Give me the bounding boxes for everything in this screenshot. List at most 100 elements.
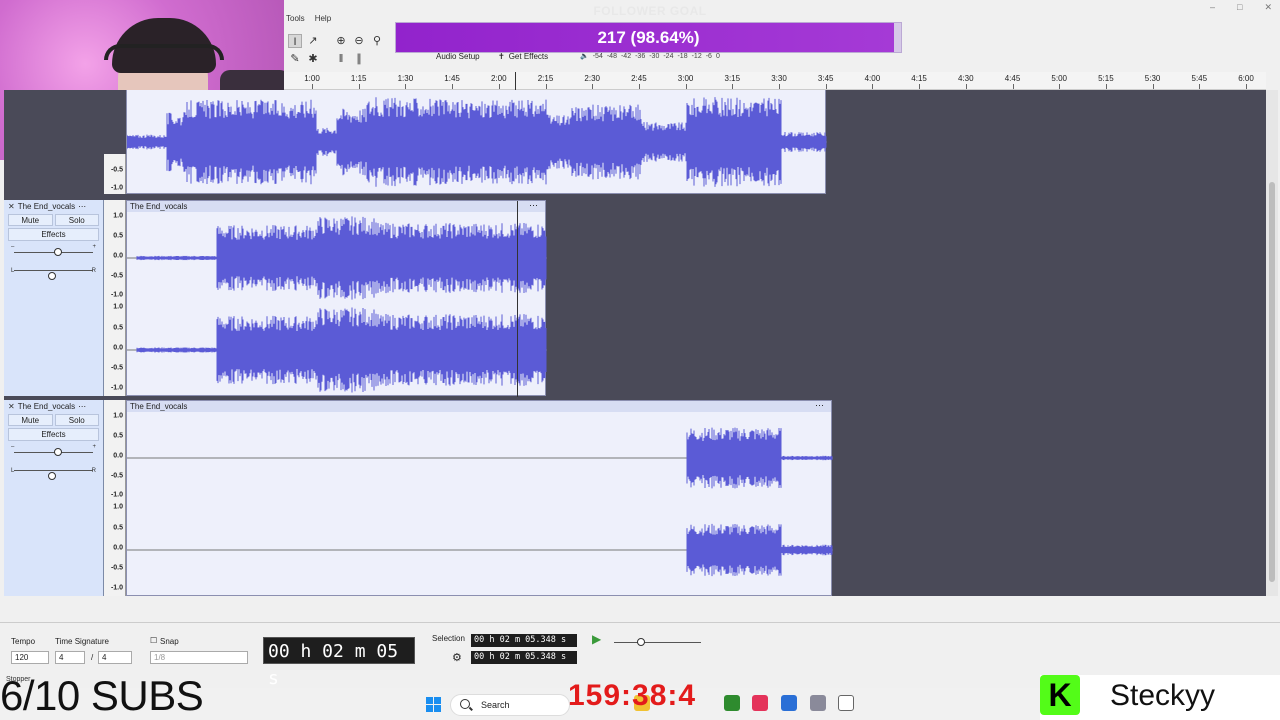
ruler-tick-label: 4:45 (1004, 74, 1021, 83)
selection-start[interactable]: 00 h 02 m 05.348 s (471, 634, 577, 647)
playback-speed-slider[interactable] (610, 633, 705, 651)
ruler-tick-label: 5:30 (1144, 74, 1161, 83)
ruler-tick (638, 84, 640, 89)
ruler-tick (1199, 84, 1201, 89)
settings-icon[interactable] (810, 695, 826, 711)
solo-button[interactable]: Solo (54, 414, 99, 426)
effects-button[interactable]: Effects (8, 428, 99, 441)
timeline-ruler[interactable]: 1:00 1:15 1:30 1:45 2:00 2:15 2:30 2:45 3:00 3:15… (284, 72, 1266, 90)
pan-slider[interactable]: L R (10, 261, 97, 280)
close-track-icon[interactable]: ✕ (8, 202, 15, 211)
vertical-scrollbar[interactable] (1266, 90, 1278, 596)
ruler-tick-label: 5:15 (1098, 74, 1114, 83)
clip-title-bar[interactable]: The End_vocals ⋯ (127, 200, 545, 212)
scrollbar-thumb[interactable] (1269, 182, 1275, 582)
track-2-name[interactable]: The End_vocals (18, 402, 75, 411)
trim-icon[interactable]: ‖ (334, 52, 348, 66)
pan-slider-track (14, 270, 93, 271)
audio-position-display[interactable]: 00 h 02 m 05 s (263, 637, 415, 689)
clip-track-2[interactable]: The End_vocals ⋯ (126, 400, 833, 596)
track-2-controls[interactable]: ✕ The End_vocals ⋯ Mute Solo Effects – +… (4, 400, 104, 596)
gain-slider[interactable]: – + (10, 243, 97, 261)
time-signature-numerator[interactable]: 4 (55, 651, 85, 664)
close-track-icon[interactable]: ✕ (8, 402, 15, 411)
waveform-track-2-right (127, 523, 833, 577)
zoom-in-icon[interactable]: ⊕ (334, 34, 348, 48)
track-1-controls[interactable]: ✕ The End_vocals ⋯ Mute Solo Effects – +… (4, 200, 104, 396)
selection-settings-icon[interactable]: ⚙ (452, 651, 462, 664)
notepad-icon[interactable] (838, 695, 854, 711)
clip-menu-icon[interactable]: ⋯ (815, 400, 825, 411)
pan-slider-track (14, 470, 93, 471)
xbox-icon[interactable] (724, 695, 740, 711)
scale-label: 0.5 (113, 324, 123, 332)
meter-label-4: -30 (649, 52, 660, 60)
zoom-fit-icon[interactable]: ⚲ (370, 34, 384, 48)
scale-label: -1.0 (110, 384, 123, 392)
snap-select[interactable]: 1/8 (150, 651, 248, 664)
scale-label: 0.5 (113, 524, 123, 532)
ruler-tick-label: 4:00 (864, 74, 881, 83)
pan-slider[interactable]: L R (10, 461, 97, 480)
clip-cursor-line (517, 201, 518, 397)
ruler-tick (1059, 84, 1061, 89)
scale-label: 1.0 (113, 412, 123, 420)
solo-button[interactable]: Solo (54, 214, 99, 226)
menu-help[interactable]: Help (315, 14, 331, 30)
time-signature-denominator[interactable]: 4 (98, 651, 132, 664)
get-effects-button[interactable]: ✝ Get Effects (498, 52, 548, 61)
silence-icon[interactable]: ∥ (352, 52, 366, 66)
taskbar-search[interactable]: Search (450, 694, 570, 716)
playhead[interactable] (515, 72, 516, 90)
snap-checkbox[interactable]: ☐ (150, 636, 157, 645)
effects-button[interactable]: Effects (8, 228, 99, 241)
scale-label: -1.0 (110, 291, 123, 299)
close-window-icon[interactable]: ✕ (1264, 2, 1272, 13)
tempo-input[interactable]: 120 (11, 651, 49, 664)
track-1-mute-solo: Mute Solo (8, 214, 99, 226)
mute-button[interactable]: Mute (8, 214, 53, 226)
gain-slider-knob[interactable] (54, 248, 62, 256)
pan-slider-knob[interactable] (48, 472, 56, 480)
envelope-tool-icon[interactable]: ↗ (306, 34, 320, 48)
speed-slider-knob[interactable] (637, 638, 645, 646)
restore-icon[interactable]: □ (1237, 2, 1242, 13)
selection-tool-icon[interactable]: I (288, 34, 302, 48)
mute-button[interactable]: Mute (8, 414, 53, 426)
selection-end[interactable]: 00 h 02 m 05.348 s (471, 651, 577, 664)
pan-slider-knob[interactable] (48, 272, 56, 280)
ruler-tick-label: 1:45 (444, 74, 460, 83)
clip-menu-icon[interactable]: ⋯ (529, 200, 539, 211)
browser-icon[interactable] (781, 695, 797, 711)
ruler-tick-label: 3:15 (724, 74, 741, 83)
clip-track-1[interactable]: The End_vocals ⋯ (126, 200, 547, 397)
ruler-tick (872, 84, 874, 89)
stream-timer: 159:38:4 (568, 679, 697, 712)
ruler-tick-label: 3:30 (771, 74, 787, 83)
track-menu-icon[interactable]: ⋯ (78, 202, 86, 211)
playback-meter[interactable]: 🔈 -54 -48 -42 -36 -30 -24 -18 -12 -6 0 (580, 52, 720, 61)
ruler-tick-label: 5:45 (1191, 74, 1208, 83)
clip-title-bar[interactable]: The End_vocals ⋯ (127, 400, 831, 412)
track-2-mute-solo: Mute Solo (8, 414, 99, 426)
multi-tool-icon[interactable]: ✱ (306, 52, 320, 66)
ruler-tick-label: 6:00 (1238, 74, 1254, 83)
menu-bar: Tools Help (284, 14, 331, 30)
ruler-tick (779, 84, 780, 89)
track-1-name[interactable]: The End_vocals (18, 202, 75, 211)
clip-top[interactable] (126, 90, 827, 194)
zoom-out-icon[interactable]: ⊖ (352, 34, 366, 48)
draw-tool-icon[interactable]: ✎ (288, 52, 302, 66)
audio-setup-button[interactable]: Audio Setup (436, 52, 480, 61)
track-menu-icon[interactable]: ⋯ (78, 402, 86, 411)
scale-label: 0.5 (113, 432, 123, 440)
play-at-speed-icon[interactable]: ▶ (592, 632, 601, 646)
gain-slider-knob[interactable] (54, 448, 62, 456)
music-icon[interactable] (752, 695, 768, 711)
menu-tools[interactable]: Tools (286, 14, 305, 30)
windows-start-icon[interactable] (426, 697, 441, 712)
ruler-tick (1105, 84, 1107, 89)
time-signature-slash: / (91, 653, 94, 662)
minimize-icon[interactable]: – (1210, 2, 1215, 13)
gain-slider[interactable]: – + (10, 443, 97, 461)
